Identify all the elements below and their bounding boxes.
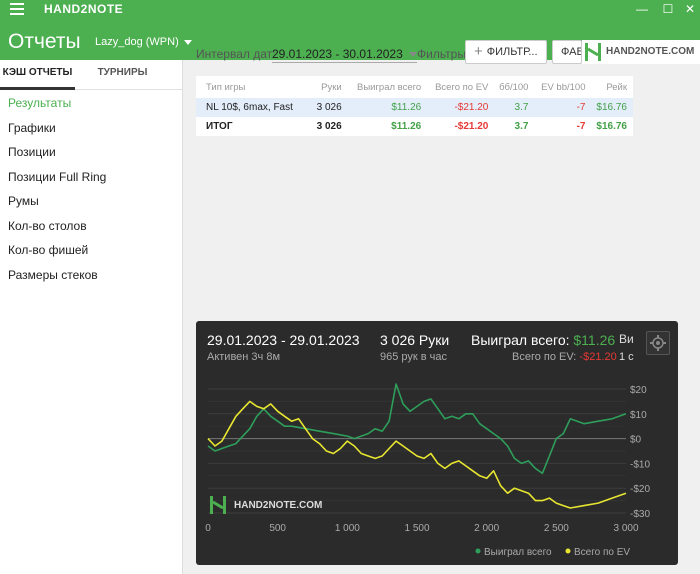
sidebar-item-stack-sizes[interactable]: Размеры стеков bbox=[0, 263, 182, 288]
x-tick-label: 0 bbox=[205, 523, 211, 534]
series-line-won bbox=[207, 383, 627, 475]
tab-cash-reports[interactable]: КЭШ ОТЧЕТЫ bbox=[0, 60, 75, 90]
chart-extra-bottom: 1 с bbox=[619, 351, 634, 363]
y-tick-label: -$30 bbox=[630, 509, 650, 520]
col-header-rake[interactable]: Рейк bbox=[592, 76, 634, 98]
filters-label: Фильтры: bbox=[417, 47, 470, 61]
x-tick-label: 1 000 bbox=[335, 523, 360, 534]
app-logo: HAND2NOTE bbox=[44, 2, 124, 16]
filter-bar: Интервал дат: 29.01.2023 - 30.01.2023 Фи… bbox=[184, 40, 700, 68]
title-bar: HAND2NOTE — ☐ ✕ bbox=[0, 0, 700, 18]
legend-label: Всего по EV bbox=[574, 547, 630, 558]
plus-icon: + bbox=[474, 43, 483, 60]
chart-extra-top: Ви bbox=[619, 332, 634, 346]
col-header-evbb100[interactable]: EV bb/100 bbox=[534, 76, 591, 98]
chart-hands-rate: 965 рук в час bbox=[380, 351, 448, 363]
cell-ev: -$21.20 bbox=[427, 98, 495, 117]
y-tick-label: $0 bbox=[630, 435, 642, 446]
chart-settings-button[interactable] bbox=[646, 331, 670, 355]
col-header-bb100[interactable]: бб/100 bbox=[494, 76, 534, 98]
cell-hands: 3 026 bbox=[312, 98, 348, 117]
filters-button[interactable]: + ФИЛЬТР... bbox=[465, 40, 547, 64]
cell-game: NL 10$, 6max, Fast bbox=[196, 98, 313, 117]
hand2note-logo-icon bbox=[585, 43, 601, 61]
col-header-won[interactable]: Выиграл всего bbox=[348, 76, 428, 98]
account-dropdown[interactable]: Lazy_dog (WPN) bbox=[95, 36, 192, 48]
favorites-button[interactable]: ФАВ bbox=[552, 40, 582, 64]
total-ev: -$21.20 bbox=[454, 121, 489, 132]
col-header-game[interactable]: Тип игры bbox=[196, 76, 313, 98]
interval-label: Интервал дат: bbox=[196, 47, 276, 61]
chevron-down-icon bbox=[408, 52, 417, 58]
account-name: Lazy_dog (WPN) bbox=[95, 36, 179, 48]
chart-won-value: $11.26 bbox=[573, 332, 616, 348]
close-button[interactable]: ✕ bbox=[680, 1, 700, 17]
x-tick-label: 1 500 bbox=[404, 523, 429, 534]
x-tick-label: 2 000 bbox=[474, 523, 499, 534]
hand2note-logo-icon bbox=[210, 496, 226, 514]
cell-evbb100: -7 bbox=[534, 98, 592, 117]
sidebar-item-positions-full-ring[interactable]: Позиции Full Ring bbox=[0, 165, 182, 190]
total-won: $11.26 bbox=[391, 121, 422, 132]
total-hands: 3 026 bbox=[316, 121, 342, 132]
cell-won: $11.26 bbox=[347, 98, 428, 117]
cell-rake: $16.76 bbox=[591, 98, 633, 117]
y-tick-label: $10 bbox=[630, 410, 647, 421]
gear-icon bbox=[650, 335, 666, 351]
chart-won-total: Выиграл всего: $11.26 bbox=[471, 332, 615, 348]
x-tick-label: 2 500 bbox=[544, 523, 569, 534]
sidebar-item-results[interactable]: Результаты bbox=[0, 91, 182, 116]
chart-won-label: Выиграл всего: bbox=[471, 332, 570, 348]
sidebar-item-fish-count[interactable]: Кол-во фишей bbox=[0, 238, 182, 263]
y-tick-label: -$20 bbox=[630, 484, 650, 495]
sidebar-item-table-count[interactable]: Кол-во столов bbox=[0, 214, 182, 239]
total-rake: $16.76 bbox=[596, 121, 627, 132]
hamburger-menu-icon[interactable] bbox=[10, 3, 24, 15]
sidebar-item-graphs[interactable]: Графики bbox=[0, 116, 182, 141]
sidebar-tabs: КЭШ ОТЧЕТЫ ТУРНИРЫ bbox=[0, 60, 182, 90]
table-total-row: ИТОГ 3 026 $11.26 -$21.20 3.7 -7 $16.76 bbox=[196, 117, 633, 136]
chart-ev-total: Всего по EV: -$21.20 bbox=[512, 351, 617, 363]
date-range-select[interactable]: 29.01.2023 - 30.01.2023 bbox=[272, 47, 417, 63]
col-header-hands[interactable]: Руки bbox=[313, 76, 348, 98]
table-row[interactable]: NL 10$, 6max, Fast 3 026 $11.26 -$21.20 … bbox=[196, 98, 633, 117]
brand-text: HAND2NOTE.COM bbox=[606, 46, 695, 57]
tab-tournaments[interactable]: ТУРНИРЫ bbox=[75, 60, 170, 90]
sidebar: КЭШ ОТЧЕТЫ ТУРНИРЫ Результаты Графики По… bbox=[0, 60, 183, 574]
chart-panel: $20 $10 $0 -$10 -$20 -$30 0 500 1 000 1 500 2 000 2… bbox=[196, 321, 678, 565]
page-title: Отчеты bbox=[8, 30, 81, 53]
col-header-ev[interactable]: Всего по EV bbox=[427, 76, 494, 98]
maximize-button[interactable]: ☐ bbox=[658, 1, 678, 17]
y-tick-label: -$10 bbox=[630, 459, 650, 470]
legend-label: Выиграл всего bbox=[484, 547, 552, 558]
total-bb100: 3.7 bbox=[514, 121, 529, 132]
sidebar-item-rooms[interactable]: Румы bbox=[0, 189, 182, 214]
minimize-button[interactable]: — bbox=[632, 1, 652, 17]
cell-bb100: 3.7 bbox=[494, 98, 535, 117]
x-tick-label: 3 000 bbox=[613, 523, 638, 534]
chart-ev-value: -$21.20 bbox=[579, 351, 617, 363]
legend-marker bbox=[565, 548, 571, 554]
series-line-ev bbox=[207, 400, 627, 509]
legend-marker bbox=[475, 548, 481, 554]
y-tick-label: $20 bbox=[630, 385, 647, 396]
sidebar-item-positions[interactable]: Позиции bbox=[0, 140, 182, 165]
chart-date-range: 29.01.2023 - 29.01.2023 bbox=[207, 332, 360, 348]
total-evbb100: -7 bbox=[576, 121, 586, 132]
results-table: Тип игры Руки Выиграл всего Всего по EV … bbox=[196, 76, 633, 136]
chart-active-time: Активен 3ч 8м bbox=[207, 351, 281, 363]
x-tick-label: 500 bbox=[269, 523, 286, 534]
chart-ev-label: Всего по EV: bbox=[512, 351, 577, 363]
watermark-text: HAND2NOTE.COM bbox=[234, 500, 323, 511]
table-header-row: Тип игры Руки Выиграл всего Всего по EV … bbox=[196, 76, 633, 98]
chart-hands-count: 3 026 Руки bbox=[380, 332, 450, 348]
filters-button-label: ФИЛЬТР... bbox=[486, 46, 538, 58]
brand-banner: HAND2NOTE.COM bbox=[582, 40, 700, 64]
date-range-value: 29.01.2023 - 30.01.2023 bbox=[272, 47, 403, 61]
total-game: ИТОГ bbox=[206, 121, 233, 132]
